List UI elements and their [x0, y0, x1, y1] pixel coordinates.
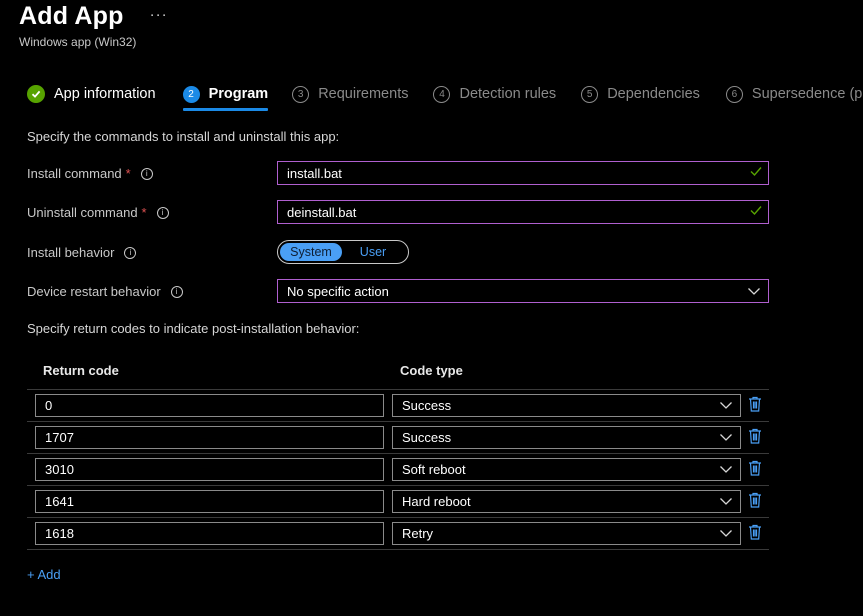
chevron-down-icon: [719, 398, 733, 415]
table-row: 1618 Retry: [27, 517, 769, 549]
table-row: 0 Success: [27, 389, 769, 421]
step-label: Supersedence (prev: [751, 86, 863, 102]
valid-check-icon: [749, 203, 763, 220]
wizard-steps: App information 2 Program 3 Requirements…: [27, 85, 863, 111]
step-label: Requirements: [318, 86, 409, 102]
chevron-down-icon: [719, 430, 733, 447]
code-type-select[interactable]: Success: [392, 426, 741, 449]
chevron-down-icon: [719, 494, 733, 511]
code-type-select[interactable]: Hard reboot: [392, 490, 741, 513]
checkmark-icon: [27, 85, 45, 103]
page-subtitle: Windows app (Win32): [19, 35, 137, 49]
selected-value: Retry: [402, 526, 434, 541]
step-label: Detection rules: [459, 86, 557, 102]
required-marker: *: [125, 166, 131, 181]
selected-value: Hard reboot: [402, 494, 471, 509]
trash-icon[interactable]: [748, 524, 762, 543]
label-text: Install command: [27, 166, 122, 181]
return-code-input[interactable]: 1707: [35, 426, 384, 449]
commands-intro: Specify the commands to install and unin…: [27, 129, 340, 144]
page-title: Add App: [19, 2, 124, 30]
return-codes-intro: Specify return codes to indicate post-in…: [27, 321, 360, 336]
table-divider: [27, 549, 769, 550]
toggle-option-user[interactable]: User: [342, 243, 404, 261]
step-number: 5: [581, 85, 599, 103]
label-text: Device restart behavior: [27, 284, 161, 299]
selected-value: Soft reboot: [402, 462, 466, 477]
input-value: deinstall.bat: [287, 204, 357, 220]
add-return-code-link[interactable]: + Add: [27, 567, 61, 582]
info-icon[interactable]: i: [156, 206, 169, 219]
trash-icon[interactable]: [748, 460, 762, 479]
step-label: Program: [208, 86, 269, 102]
restart-behavior-label: Device restart behavior i: [27, 284, 183, 299]
info-icon[interactable]: i: [170, 285, 183, 298]
table-row: 1641 Hard reboot: [27, 485, 769, 517]
step-label: Dependencies: [607, 86, 700, 102]
toggle-option-system[interactable]: System: [280, 243, 342, 261]
return-code-input[interactable]: 3010: [35, 458, 384, 481]
install-command-label: Install command * i: [27, 166, 153, 181]
code-type-select[interactable]: Success: [392, 394, 741, 417]
selected-value: No specific action: [287, 283, 389, 299]
info-icon[interactable]: i: [140, 167, 153, 180]
selected-value: Success: [402, 430, 452, 445]
return-code-input[interactable]: 1641: [35, 490, 384, 513]
step-number: 3: [292, 85, 310, 103]
tab-program[interactable]: 2 Program: [182, 85, 269, 111]
trash-icon[interactable]: [748, 396, 762, 415]
step-number: 6: [725, 85, 743, 103]
tab-app-information[interactable]: App information: [27, 85, 156, 103]
input-value: install.bat: [287, 165, 342, 181]
code-type-select[interactable]: Soft reboot: [392, 458, 741, 481]
label-text: Uninstall command: [27, 205, 138, 220]
return-code-input[interactable]: 0: [35, 394, 384, 417]
info-icon[interactable]: i: [124, 246, 137, 259]
code-type-select[interactable]: Retry: [392, 522, 741, 545]
chevron-down-icon: [719, 462, 733, 479]
label-text: Install behavior: [27, 245, 115, 260]
tab-requirements[interactable]: 3 Requirements: [292, 85, 409, 103]
trash-icon[interactable]: [748, 492, 762, 511]
required-marker: *: [141, 205, 147, 220]
tab-supersedence[interactable]: 6 Supersedence (prev: [725, 85, 863, 103]
tab-dependencies[interactable]: 5 Dependencies: [581, 85, 700, 103]
install-command-input[interactable]: install.bat: [277, 161, 769, 185]
install-behavior-toggle[interactable]: System User: [277, 240, 409, 264]
page-header: Add App ··· Windows app (Win32): [19, 2, 168, 49]
step-number: 2: [182, 85, 200, 103]
chevron-down-icon: [747, 284, 761, 301]
tab-detection-rules[interactable]: 4 Detection rules: [433, 85, 557, 103]
selected-value: Success: [402, 398, 452, 413]
table-row: 3010 Soft reboot: [27, 453, 769, 485]
restart-behavior-select[interactable]: No specific action: [277, 279, 769, 303]
trash-icon[interactable]: [748, 428, 762, 447]
chevron-down-icon: [719, 526, 733, 543]
uninstall-command-input[interactable]: deinstall.bat: [277, 200, 769, 224]
return-code-input[interactable]: 1618: [35, 522, 384, 545]
valid-check-icon: [749, 164, 763, 181]
step-label: App information: [54, 86, 156, 102]
column-header-code-type: Code type: [400, 363, 463, 378]
column-header-return-code: Return code: [43, 363, 119, 378]
table-row: 1707 Success: [27, 421, 769, 453]
install-behavior-label: Install behavior i: [27, 245, 137, 260]
step-number: 4: [433, 85, 451, 103]
more-options-button[interactable]: ···: [150, 6, 168, 23]
uninstall-command-label: Uninstall command * i: [27, 205, 169, 220]
